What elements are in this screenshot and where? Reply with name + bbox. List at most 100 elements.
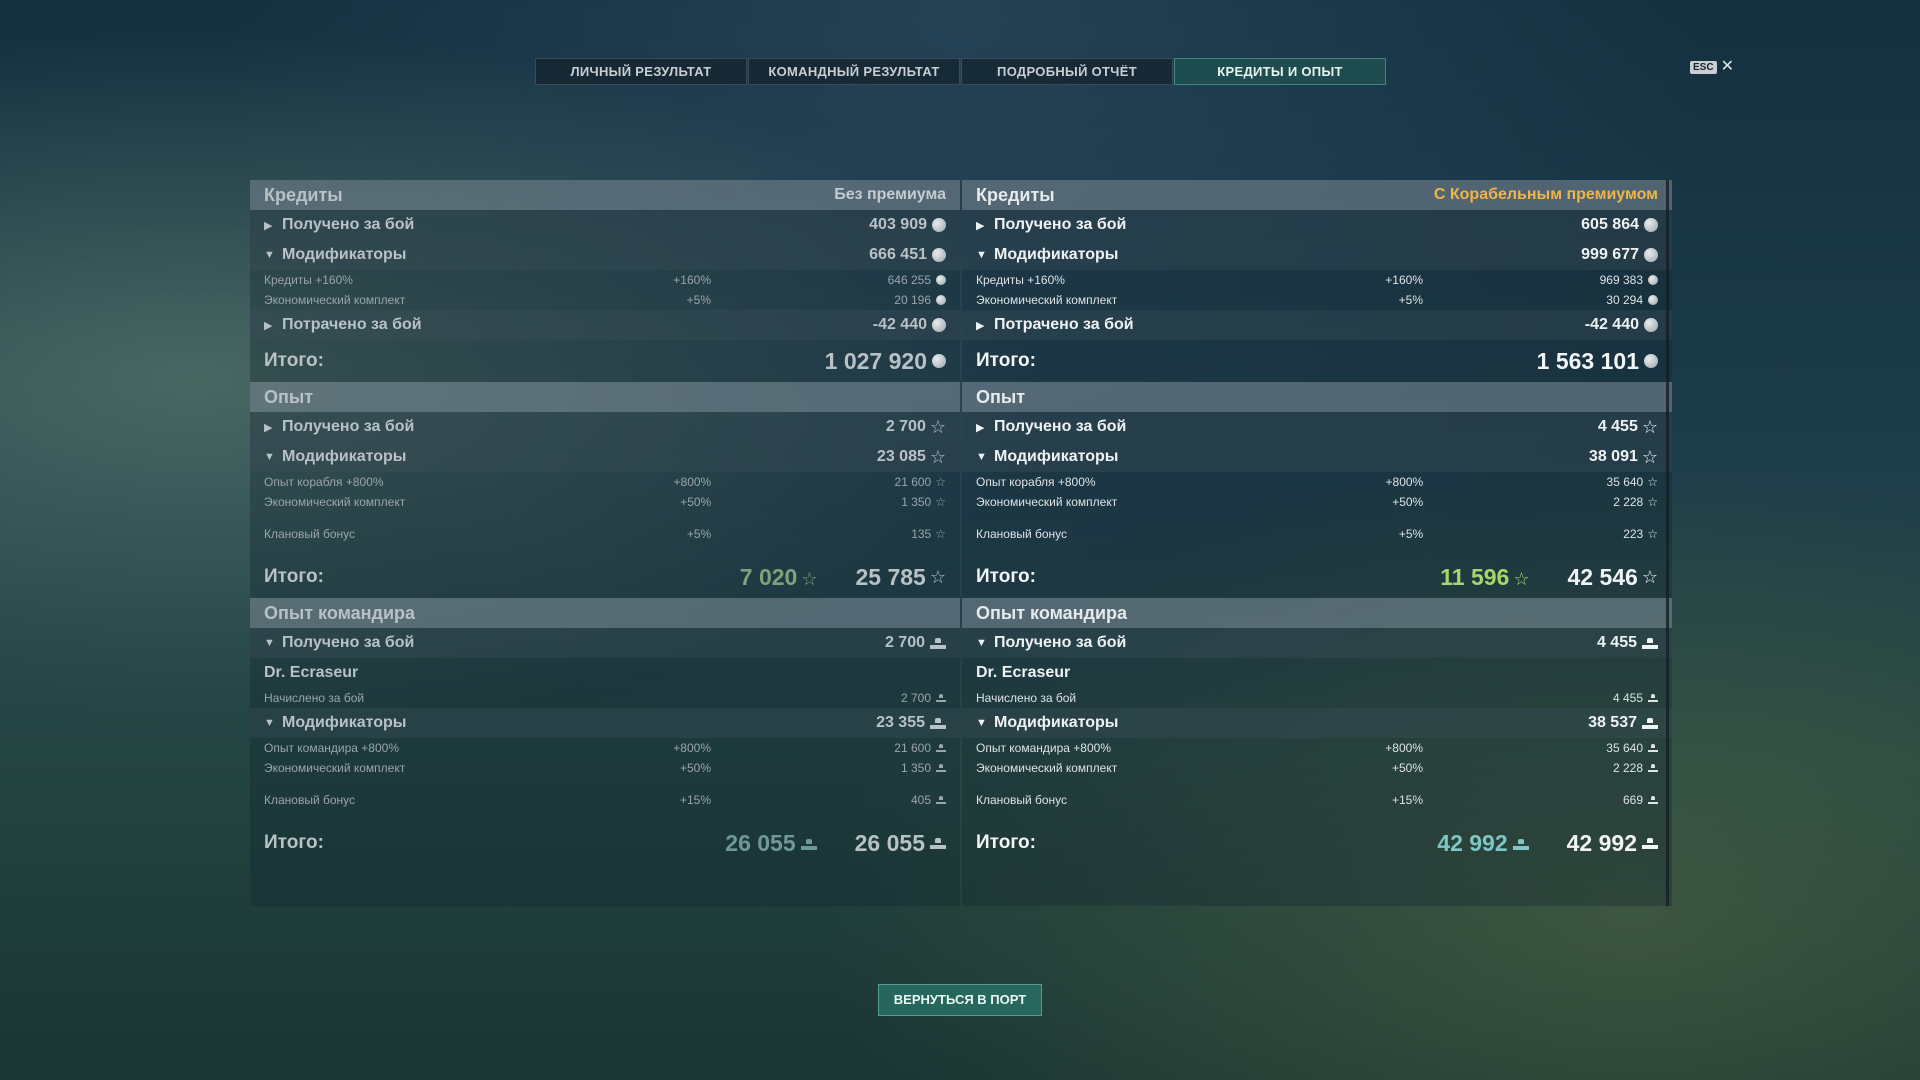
credits-modifiers-row[interactable]: ▼ Модификаторы 999 677 [962, 240, 1672, 270]
credits-total-row: Итого: 1 027 920 [250, 340, 960, 382]
commander-cap-icon [1642, 637, 1658, 649]
commander-modifiers-row[interactable]: ▼ Модификаторы 23 355 [250, 708, 960, 738]
chevron-right-icon: ▶ [976, 421, 985, 434]
commander-modifiers-value: 23 355 [876, 714, 925, 731]
xp-star-icon: ☆ [1641, 567, 1658, 587]
credits-coin-icon [1644, 354, 1658, 368]
xp-modifiers-row[interactable]: ▼ Модификаторы 23 085 ☆ [250, 442, 960, 472]
commander-xp-title: Опыт командира [264, 602, 416, 623]
commander-cap-icon [1648, 744, 1658, 752]
commander-modifiers-row[interactable]: ▼ Модификаторы 38 537 [962, 708, 1672, 738]
credits-section-header: Кредиты С Корабельным премиумом [962, 180, 1672, 210]
free-xp-total-text: 7 020 [739, 563, 798, 590]
xp-star-icon: ☆ [1647, 527, 1658, 541]
credits-coin-icon [936, 275, 946, 285]
sub-label: Экономический комплект [976, 293, 1118, 307]
sub-percent: +800% [673, 741, 711, 755]
commander-cap-icon [1648, 764, 1658, 772]
credits-modifiers-label: Модификаторы [994, 246, 1119, 263]
sub-value: 35 640 [1606, 475, 1644, 489]
commander-sub-row: Экономический комплект +50% 2 228 [962, 758, 1672, 778]
xp-star-icon: ☆ [935, 527, 946, 541]
credits-spent-row[interactable]: ▶ Потрачено за бой -42 440 [250, 310, 960, 340]
credits-sub-row: Кредиты +160% +160% 969 383 [962, 270, 1672, 290]
xp-sub-row: Опыт корабля +800% +800% 35 640 ☆ [962, 472, 1672, 492]
commander-cap-icon [1648, 796, 1658, 804]
chevron-right-icon: ▶ [264, 421, 273, 434]
chevron-right-icon: ▶ [264, 319, 273, 332]
commander-sub-row: Опыт командира +800% +800% 35 640 [962, 738, 1672, 758]
sub-label: Экономический комплект [264, 293, 406, 307]
commander-total-row: Итого: 42 992 42 992 [962, 822, 1672, 864]
commander-earned-label: Получено за бой [282, 634, 415, 651]
sub-value: 646 255 [887, 273, 931, 287]
sub-percent: +160% [1385, 273, 1423, 287]
chevron-down-icon: ▼ [976, 637, 987, 649]
xp-star-icon: ☆ [929, 447, 946, 467]
commander-total-free-value: 26 055 [725, 830, 817, 857]
sub-percent: +800% [673, 475, 712, 489]
sub-label: Опыт командира +800% [976, 741, 1111, 755]
free-xp-total-value: 11 596 ☆ [1440, 564, 1529, 591]
return-to-port-button[interactable]: ВЕРНУТЬСЯ В ПОРТ [878, 984, 1042, 1016]
credits-coin-icon [936, 295, 946, 305]
sub-percent: +50% [680, 495, 712, 509]
credits-coin-icon [932, 248, 946, 262]
commander-xp-section-header: Опыт командира [962, 598, 1672, 628]
sub-percent: +160% [673, 273, 711, 287]
sub-percent: +5% [1398, 527, 1424, 541]
xp-star-icon: ☆ [929, 417, 946, 437]
commander-cap-icon [936, 796, 946, 804]
tab-credits-and-xp[interactable]: КРЕДИТЫ И ОПЫТ [1174, 58, 1386, 85]
commander-cap-icon [930, 717, 946, 729]
scrollbar[interactable] [1666, 180, 1669, 906]
chevron-down-icon: ▼ [264, 717, 275, 729]
commander-earned-row[interactable]: ▼ Получено за бой 4 455 [962, 628, 1672, 658]
xp-modifiers-label: Модификаторы [994, 448, 1119, 465]
credits-modifiers-value: 999 677 [1581, 246, 1639, 263]
credits-earned-label: Получено за бой [994, 216, 1127, 233]
credits-modifiers-row[interactable]: ▼ Модификаторы 666 451 [250, 240, 960, 270]
tab-personal-result[interactable]: ЛИЧНЫЙ РЕЗУЛЬТАТ [535, 58, 747, 85]
tab-detailed-report[interactable]: ПОДРОБНЫЙ ОТЧЁТ [961, 58, 1173, 85]
xp-total-value: 42 546 [1567, 563, 1638, 590]
total-label: Итого: [264, 832, 324, 853]
commander-cap-icon [936, 744, 946, 752]
chevron-down-icon: ▼ [264, 637, 275, 649]
credits-coin-icon [1644, 248, 1658, 262]
commander-total-free-value: 42 992 [1437, 830, 1529, 857]
credits-spent-row[interactable]: ▶ Потрачено за бой -42 440 [962, 310, 1672, 340]
credits-earned-value: 605 864 [1581, 216, 1639, 233]
xp-total-value: 25 785 [855, 563, 926, 590]
sub-label: Кредиты +160% [264, 273, 353, 287]
commander-cap-icon [1648, 694, 1658, 702]
close-button[interactable]: ESC ✕ [1690, 59, 1734, 75]
sub-value: 2 228 [1612, 761, 1643, 775]
xp-star-icon: ☆ [1647, 475, 1658, 489]
credits-earned-row[interactable]: ▶ Получено за бой 403 909 [250, 210, 960, 240]
credits-modifiers-label: Модификаторы [282, 246, 407, 263]
sub-value: 20 196 [894, 293, 931, 307]
credits-spent-value: -42 440 [1584, 316, 1639, 333]
credits-title: Кредиты [264, 184, 343, 205]
credits-sub-row: Экономический комплект +5% 20 196 [250, 290, 960, 310]
sub-value: 30 294 [1606, 293, 1643, 307]
sub-value: 1 350 [900, 761, 931, 775]
commander-cap-icon [800, 838, 817, 850]
xp-earned-row[interactable]: ▶ Получено за бой 4 455 ☆ [962, 412, 1672, 442]
commander-cap-icon [930, 637, 946, 649]
xp-earned-row[interactable]: ▶ Получено за бой 2 700 ☆ [250, 412, 960, 442]
chevron-down-icon: ▼ [264, 249, 275, 261]
commander-xp-title: Опыт командира [976, 602, 1128, 623]
xp-modifiers-row[interactable]: ▼ Модификаторы 38 091 ☆ [962, 442, 1672, 472]
credits-earned-row[interactable]: ▶ Получено за бой 605 864 [962, 210, 1672, 240]
commander-cap-icon [1642, 837, 1658, 849]
credits-section-header: Кредиты Без премиума [250, 180, 960, 210]
panel-ship-premium: Кредиты С Корабельным премиумом ▶ Получе… [962, 180, 1672, 906]
tab-team-result[interactable]: КОМАНДНЫЙ РЕЗУЛЬТАТ [748, 58, 960, 85]
chevron-right-icon: ▶ [976, 319, 985, 332]
commander-earned-row[interactable]: ▼ Получено за бой 2 700 [250, 628, 960, 658]
sub-percent: +50% [1391, 761, 1423, 775]
commander-name: Dr. Ecraseur [976, 664, 1071, 681]
sub-value: 969 383 [1599, 273, 1643, 287]
